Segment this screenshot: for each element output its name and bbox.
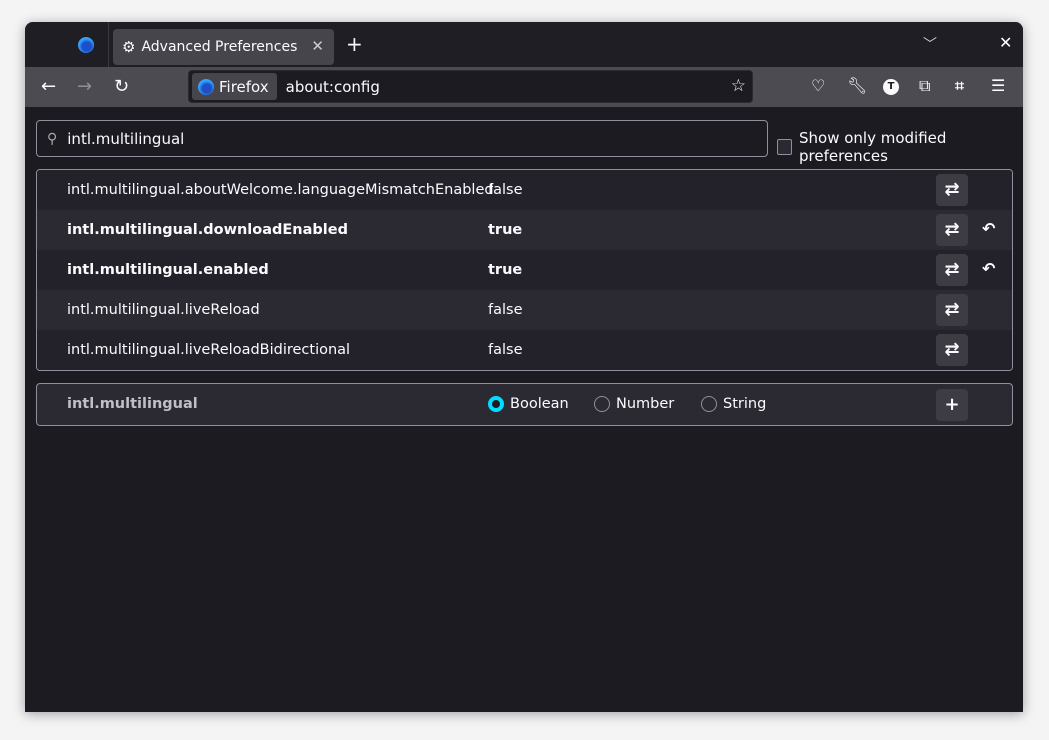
search-input[interactable]: ⚲ intl.multilingual <box>36 120 768 157</box>
nav-toolbar: ← → ↻ Firefox about:config ☆ ♡ 🔧︎ T ⧉ ⌗ … <box>25 67 1023 107</box>
reload-button[interactable]: ↻ <box>114 76 129 97</box>
toggle-button[interactable]: ⇄ <box>936 214 968 246</box>
reset-undo-icon[interactable]: ↶ <box>982 219 995 238</box>
search-icon: ⚲ <box>47 130 58 147</box>
identity-label: Firefox <box>219 77 269 96</box>
pref-name: intl.multilingual.liveReload <box>67 302 260 318</box>
screenshot-crop-icon[interactable]: ⌗ <box>955 76 964 96</box>
new-pref-name: intl.multilingual <box>67 396 198 412</box>
table-row: intl.multilingual.liveReloadBidirectiona… <box>37 330 1012 370</box>
pref-value: true <box>488 222 523 238</box>
pref-value: false <box>488 182 523 198</box>
reset-undo-icon[interactable]: ↶ <box>982 259 995 278</box>
pref-name: intl.multilingual.downloadEnabled <box>67 222 348 238</box>
identity-box[interactable]: Firefox <box>192 73 277 100</box>
show-modified-label: Show only modified preferences <box>799 129 947 165</box>
toggle-button[interactable]: ⇄ <box>936 174 968 206</box>
hamburger-menu-icon[interactable]: ☰ <box>991 76 1005 95</box>
tab-advanced-preferences[interactable]: ⚙ Advanced Preferences ✕ <box>113 29 334 65</box>
radio-label: Number <box>616 396 675 412</box>
radio-button[interactable] <box>701 396 717 412</box>
pref-value: false <box>488 302 523 318</box>
table-row: intl.multilingual.enabled true ⇄ ↶ <box>37 250 1012 290</box>
add-pref-button[interactable]: + <box>936 389 968 421</box>
tab-title: Advanced Preferences <box>141 39 298 55</box>
browser-window: ⚙ Advanced Preferences ✕ + ﹀ ✕ ← → ↻ Fir… <box>25 22 1023 712</box>
radio-label: Boolean <box>510 396 569 412</box>
table-row: intl.multilingual.aboutWelcome.languageM… <box>37 170 1012 210</box>
back-button[interactable]: ← <box>41 76 56 97</box>
radio-number[interactable]: Number <box>594 396 674 412</box>
firefox-view-icon[interactable] <box>78 37 94 53</box>
close-window-button[interactable]: ✕ <box>999 33 1012 52</box>
divider <box>108 22 109 67</box>
pocket-icon[interactable]: ♡ <box>811 76 825 95</box>
radio-button[interactable] <box>594 396 610 412</box>
pref-value: false <box>488 342 523 358</box>
pref-name: intl.multilingual.aboutWelcome.languageM… <box>67 182 494 198</box>
bookmark-star-icon[interactable]: ☆ <box>731 76 746 96</box>
toggle-button[interactable]: ⇄ <box>936 294 968 326</box>
prefs-table: intl.multilingual.aboutWelcome.languageM… <box>36 169 1013 371</box>
radio-label: String <box>723 396 767 412</box>
tab-strip: ⚙ Advanced Preferences ✕ + ﹀ ✕ <box>25 22 1023 67</box>
gear-icon: ⚙ <box>122 38 136 56</box>
pref-name: intl.multilingual.liveReloadBidirectiona… <box>67 342 351 358</box>
account-avatar-icon[interactable]: T <box>883 79 899 95</box>
url-input[interactable]: about:config <box>286 78 380 96</box>
radio-button[interactable] <box>488 396 504 412</box>
extensions-puzzle-icon[interactable]: ⧉ <box>919 76 930 96</box>
radio-string[interactable]: String <box>701 396 766 412</box>
pref-name: intl.multilingual.enabled <box>67 262 269 278</box>
new-tab-button[interactable]: + <box>346 32 363 56</box>
show-modified-checkbox[interactable]: Show only modified preferences <box>777 129 1023 165</box>
add-pref-row: intl.multilingual Boolean Number String … <box>36 383 1013 426</box>
list-tabs-chevron-down-icon[interactable]: ﹀ <box>923 34 937 54</box>
toggle-button[interactable]: ⇄ <box>936 334 968 366</box>
pref-value: true <box>488 262 523 278</box>
close-tab-icon[interactable]: ✕ <box>311 37 324 55</box>
url-bar[interactable]: Firefox about:config ☆ <box>188 70 753 103</box>
forward-button[interactable]: → <box>77 76 92 97</box>
search-value: intl.multilingual <box>67 129 185 148</box>
toggle-button[interactable]: ⇄ <box>936 254 968 286</box>
radio-boolean[interactable]: Boolean <box>488 396 569 412</box>
table-row: intl.multilingual.downloadEnabled true ⇄… <box>37 210 1012 250</box>
table-row: intl.multilingual.liveReload false ⇄ <box>37 290 1012 330</box>
firefox-logo-icon <box>198 78 214 95</box>
wrench-icon[interactable]: 🔧︎ <box>847 76 867 95</box>
checkbox[interactable] <box>777 139 792 155</box>
